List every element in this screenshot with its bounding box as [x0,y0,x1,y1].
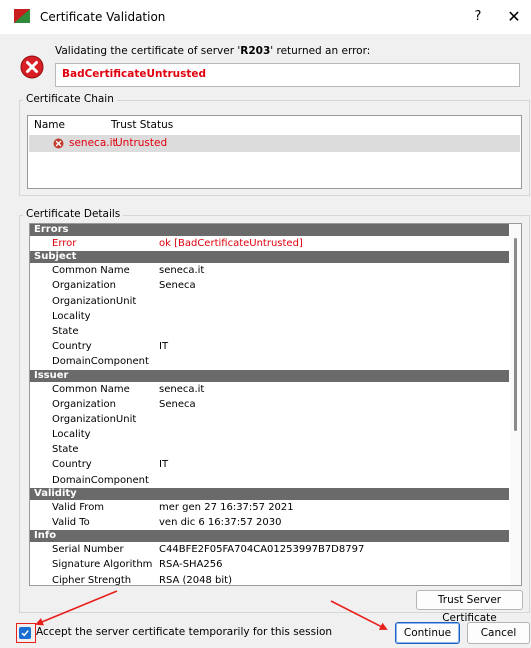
details-row-key: Organization [52,280,116,292]
details-row-value: ok [BadCertificateUntrusted] [159,238,303,249]
details-row[interactable]: Valid To ven dic 6 16:37:57 2030 [30,515,509,530]
details-row[interactable]: Locality [30,309,509,324]
details-row[interactable]: State [30,324,509,339]
details-row-value: C44BFE2F05FA704CA01253997B7D8797 [159,544,365,556]
details-row-key: Valid To [52,517,90,528]
column-trust-status[interactable]: Trust Status [111,119,173,131]
details-row-key: Organization [52,398,116,410]
details-row[interactable]: State [30,442,509,457]
certificate-chain-title: Certificate Chain [23,93,117,105]
scrollbar-thumb[interactable] [514,238,517,431]
details-row-key: DomainComponent [52,356,149,368]
details-row-key: Signature Algorithm [52,559,153,571]
cancel-button[interactable]: Cancel [467,622,530,644]
details-row-key: State [52,325,79,337]
title-bar: Certificate Validation ? ✕ [0,0,531,34]
chain-row[interactable]: seneca.it Untrusted [29,135,520,152]
error-code-box: BadCertificateUntrusted [55,63,520,87]
details-row-key: Locality [52,429,91,441]
details-row[interactable]: Organization Seneca [30,397,509,412]
chain-header: Name Trust Status [28,116,521,134]
details-row[interactable]: Country IT [30,339,509,354]
trust-server-certificate-button[interactable]: Trust Server Certificate [416,590,523,624]
error-code: BadCertificateUntrusted [62,68,207,80]
details-row-value: seneca.it [159,383,205,395]
details-row-value: ven dic 6 16:37:57 2030 [159,517,282,528]
details-rows: Errors Error ok [BadCertificateUntrusted] S… [30,224,509,586]
certificate-chain-list[interactable]: Name Trust Status seneca.it Untrusted [27,115,522,189]
details-row-value: Seneca [159,398,196,410]
untrusted-icon [53,138,64,149]
details-row[interactable]: Country IT [30,457,509,472]
details-section-header[interactable]: Info [30,530,509,543]
details-row[interactable]: Valid From mer gen 27 16:37:57 2021 [30,500,509,515]
error-icon [20,55,44,79]
close-button[interactable]: ✕ [502,6,526,28]
certificate-details-title: Certificate Details [23,208,124,220]
details-row-key: Cipher Strength [52,574,132,586]
details-row-key: State [52,444,79,456]
server-name: R203 [240,45,271,57]
details-row[interactable]: Error ok [BadCertificateUntrusted] [30,236,509,251]
details-row[interactable]: Locality [30,427,509,442]
details-row[interactable]: DomainComponent [30,473,509,488]
annotation-highlight-box [16,623,36,643]
details-row-value: mer gen 27 16:37:57 2021 [159,501,294,513]
details-section-header[interactable]: Issuer [30,369,509,382]
chain-row-name: seneca.it [69,137,117,149]
details-row-value: IT [159,341,169,353]
error-intro: Validating the certificate of server 'R2… [55,45,371,57]
details-row-key: DomainComponent [52,474,149,486]
details-row-key: Country [52,341,92,353]
details-row[interactable]: Organization Seneca [30,278,509,293]
details-row[interactable]: OrganizationUnit [30,294,509,309]
details-row-key: Country [52,459,92,471]
details-row[interactable]: Signature Algorithm RSA-SHA256 [30,557,509,572]
details-section-header[interactable]: Errors [30,224,509,236]
details-row-key: Valid From [52,501,105,513]
details-row-key: Common Name [52,383,130,395]
accept-temporarily-label[interactable]: Accept the server certificate temporaril… [36,626,332,638]
details-row[interactable]: DomainComponent [30,354,509,369]
chain-row-status: Untrusted [115,137,168,149]
details-row-value: Seneca [159,280,196,292]
details-row-key: Error [52,238,77,249]
details-row-value: seneca.it [159,265,205,277]
details-row[interactable]: Common Name seneca.it [30,382,509,397]
help-button[interactable]: ? [466,6,490,28]
details-row-key: Common Name [52,265,130,277]
details-row-key: Serial Number [52,544,124,556]
app-icon [14,9,30,23]
details-row-value: RSA (2048 bit) [159,574,232,586]
details-row[interactable]: Cipher Strength RSA (2048 bit) [30,573,509,586]
continue-button[interactable]: Continue [395,622,460,644]
details-row[interactable]: OrganizationUnit [30,412,509,427]
details-row-value: IT [159,459,169,471]
details-row-key: Locality [52,310,91,322]
column-name[interactable]: Name [34,119,65,131]
certificate-details-tree[interactable]: Errors Error ok [BadCertificateUntrusted] S… [29,223,522,586]
details-row[interactable]: Common Name seneca.it [30,263,509,278]
details-row-value: RSA-SHA256 [159,559,223,571]
details-row[interactable]: Serial Number C44BFE2F05FA704CA01253997B7… [30,542,509,557]
window-title: Certificate Validation [40,10,166,24]
details-scrollbar[interactable] [510,224,521,585]
details-section-header[interactable]: Validity [30,487,509,500]
details-row-key: OrganizationUnit [52,295,137,307]
details-row-key: OrganizationUnit [52,413,137,425]
details-section-header[interactable]: Subject [30,251,509,264]
